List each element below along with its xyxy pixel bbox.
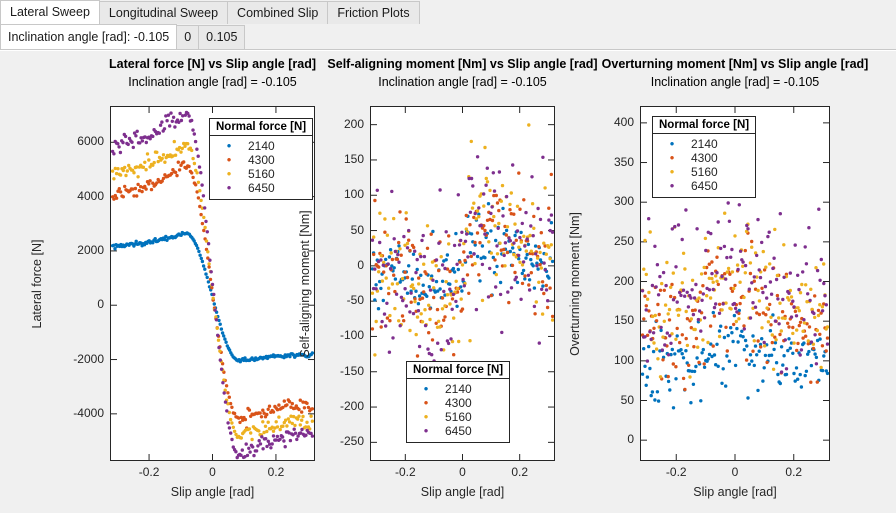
ytick-2-3: 150	[613, 313, 634, 328]
xtick-0-0: -0.2	[138, 465, 160, 479]
ytick-0-1: -2000	[73, 351, 104, 366]
legend-title-0: Normal force [N]	[210, 119, 312, 136]
legend-label-4300: 4300	[248, 153, 275, 167]
ytick-2-7: 350	[613, 154, 634, 169]
main-tab-strip: Lateral Sweep Longitudinal Sweep Combined …	[0, 0, 896, 25]
inclination-angle-tab-strip: Inclination angle [rad]: -0.105 0 0.105	[0, 24, 896, 50]
ytick-0-0: -4000	[73, 405, 104, 420]
legend-entry-6450[interactable]: • 6450	[216, 181, 306, 195]
legend-marker-icon-6450: •	[226, 180, 232, 195]
legend-marker-icon-6450: •	[669, 178, 675, 193]
legend-label-2140: 2140	[445, 382, 472, 396]
plot-panel-0: Lateral force [N] vs Slip angle [rad] Inc…	[0, 51, 316, 513]
ytick-2-5: 250	[613, 233, 634, 248]
xtick-1-1: 0	[459, 465, 466, 479]
tab-lateral-sweep[interactable]: Lateral Sweep	[0, 0, 100, 24]
legend-entry-2140[interactable]: • 2140	[413, 382, 503, 396]
legend-entry-5160[interactable]: • 5160	[413, 410, 503, 424]
ytick-1-7: 100	[343, 187, 364, 202]
legend-0[interactable]: Normal force [N] • 2140 • 4300 • 5160 • 6450	[209, 118, 313, 200]
legend-2[interactable]: Normal force [N] • 2140 • 4300 • 5160 • 6450	[652, 116, 756, 198]
legend-entry-5160[interactable]: • 5160	[216, 167, 306, 181]
legend-marker-icon-5160: •	[423, 409, 429, 424]
legend-title-2: Normal force [N]	[653, 117, 755, 134]
inclination-tab-1[interactable]: 0	[176, 25, 200, 49]
application-window: Lateral Sweep Longitudinal Sweep Combined …	[0, 0, 896, 513]
ytick-0-4: 4000	[77, 188, 104, 203]
tab-friction-plots[interactable]: Friction Plots	[327, 1, 420, 24]
legend-entry-4300[interactable]: • 4300	[659, 151, 749, 165]
legend-marker-icon-5160: •	[226, 166, 232, 181]
legend-label-2140: 2140	[691, 137, 718, 151]
ytick-2-2: 100	[613, 352, 634, 367]
legend-marker-icon-4300: •	[226, 152, 232, 167]
legend-entry-4300[interactable]: • 4300	[216, 153, 306, 167]
figure-area: Lateral force [N] vs Slip angle [rad] Inc…	[0, 50, 896, 513]
x-axis-label-2: Slip angle [rad]	[693, 485, 777, 499]
legend-entry-2140[interactable]: • 2140	[659, 137, 749, 151]
legend-marker-icon-6450: •	[423, 423, 429, 438]
legend-label-2140: 2140	[248, 139, 275, 153]
xtick-2-0: -0.2	[665, 465, 687, 479]
tab-longitudinal-sweep[interactable]: Longitudinal Sweep	[98, 1, 229, 24]
legend-label-6450: 6450	[691, 179, 718, 193]
legend-label-4300: 4300	[691, 151, 718, 165]
legend-entry-6450[interactable]: • 6450	[659, 179, 749, 193]
legend-label-6450: 6450	[445, 424, 472, 438]
xtick-1-0: -0.2	[394, 465, 416, 479]
ytick-1-5: 0	[357, 257, 364, 272]
legend-marker-icon-4300: •	[669, 150, 675, 165]
ytick-2-4: 200	[613, 273, 634, 288]
legend-label-6450: 6450	[248, 181, 275, 195]
ytick-1-3: -100	[339, 328, 364, 343]
legend-marker-icon-4300: •	[423, 395, 429, 410]
ytick-1-1: -200	[339, 399, 364, 414]
legend-marker-icon-2140: •	[226, 138, 232, 153]
legend-entry-2140[interactable]: • 2140	[216, 139, 306, 153]
legend-label-4300: 4300	[445, 396, 472, 410]
y-axis-label-0: Lateral force [N]	[30, 239, 44, 328]
y-axis-label-2: Overturning moment [Nm]	[568, 211, 582, 356]
legend-marker-icon-2140: •	[423, 381, 429, 396]
series-2140	[371, 202, 554, 311]
legend-entry-6450[interactable]: • 6450	[413, 424, 503, 438]
legend-entry-5160[interactable]: • 5160	[659, 165, 749, 179]
ytick-1-6: 50	[350, 222, 364, 237]
plot-panel-1: Self-aligning moment [Nm] vs Slip angle …	[298, 51, 598, 513]
legend-label-5160: 5160	[691, 165, 718, 179]
ytick-1-8: 150	[343, 151, 364, 166]
xtick-2-1: 0	[731, 465, 739, 479]
ytick-2-0: 0	[627, 432, 634, 447]
ytick-1-0: -250	[339, 434, 364, 449]
y-axis-label-1: Self-aligning moment [Nm]	[298, 209, 312, 358]
ytick-0-2: 0	[97, 297, 104, 312]
ytick-2-8: 400	[613, 114, 634, 129]
ytick-2-6: 300	[613, 194, 634, 209]
legend-title-1: Normal force [N]	[407, 362, 509, 379]
ytick-0-3: 2000	[77, 242, 104, 257]
x-axis-label-1: Slip angle [rad]	[420, 485, 505, 499]
ytick-2-1: 50	[620, 392, 634, 407]
xtick-2-2: 0.2	[785, 465, 803, 479]
xtick-0-2: 0.2	[267, 465, 285, 479]
plot-panel-2: Overturning moment [Nm] vs Slip angle [r…	[568, 51, 896, 513]
inclination-tab-0[interactable]: Inclination angle [rad]: -0.105	[0, 24, 178, 49]
ytick-1-4: -50	[346, 293, 364, 308]
legend-entry-4300[interactable]: • 4300	[413, 396, 503, 410]
xtick-0-1: 0	[209, 465, 216, 479]
xtick-1-2: 0.2	[511, 465, 529, 479]
inclination-tab-2[interactable]: 0.105	[198, 25, 246, 49]
tab-combined-slip[interactable]: Combined Slip	[227, 1, 329, 24]
ytick-1-2: -150	[339, 363, 364, 378]
legend-marker-icon-2140: •	[669, 136, 675, 151]
ytick-1-9: 200	[343, 116, 364, 131]
legend-label-5160: 5160	[445, 410, 472, 424]
ytick-0-5: 6000	[77, 134, 104, 149]
legend-label-5160: 5160	[248, 167, 275, 181]
legend-marker-icon-5160: •	[669, 164, 675, 179]
series-6450	[371, 155, 554, 392]
x-axis-label-0: Slip angle [rad]	[170, 485, 255, 499]
legend-1[interactable]: Normal force [N] • 2140 • 4300 • 5160 • 6450	[406, 361, 510, 443]
